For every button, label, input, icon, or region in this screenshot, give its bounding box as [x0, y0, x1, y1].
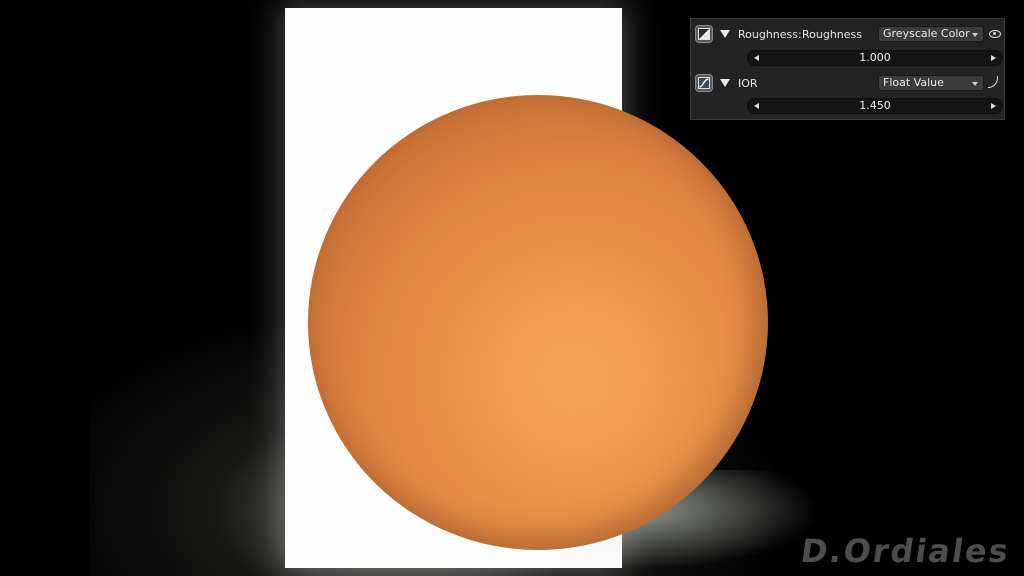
ior-value: 1.450 [859, 99, 891, 112]
ior-value-field[interactable]: 1.450 [747, 98, 1003, 114]
ior-label: IOR [738, 77, 758, 90]
orange-sphere [308, 95, 768, 550]
ior-type-dropdown[interactable]: Float Value [878, 75, 984, 91]
texture-slot-icon[interactable] [695, 25, 713, 43]
material-properties-panel: Roughness: Roughness Greyscale Color 1.0… [690, 18, 1005, 120]
chevron-down-icon [972, 82, 978, 86]
roughness-value: 1.000 [859, 51, 891, 64]
roughness-value-field[interactable]: 1.000 [747, 50, 1003, 66]
curve-icon[interactable] [988, 76, 998, 88]
increment-arrow-icon[interactable] [991, 103, 996, 109]
roughness-label: Roughness: [738, 28, 802, 41]
curve-slot-icon[interactable] [695, 74, 713, 92]
ior-type-value: Float Value [883, 76, 944, 89]
roughness-name: Roughness [802, 28, 863, 41]
increment-arrow-icon[interactable] [991, 55, 996, 61]
decrement-arrow-icon[interactable] [754, 55, 759, 61]
collapse-triangle-icon[interactable] [720, 79, 730, 87]
roughness-type-value: Greyscale Color [883, 27, 970, 40]
decrement-arrow-icon[interactable] [754, 103, 759, 109]
collapse-triangle-icon[interactable] [720, 30, 730, 38]
eye-icon[interactable] [989, 30, 1001, 38]
roughness-type-dropdown[interactable]: Greyscale Color [878, 26, 984, 42]
watermark: D.Ordiales [798, 532, 1013, 570]
chevron-down-icon [972, 33, 978, 37]
